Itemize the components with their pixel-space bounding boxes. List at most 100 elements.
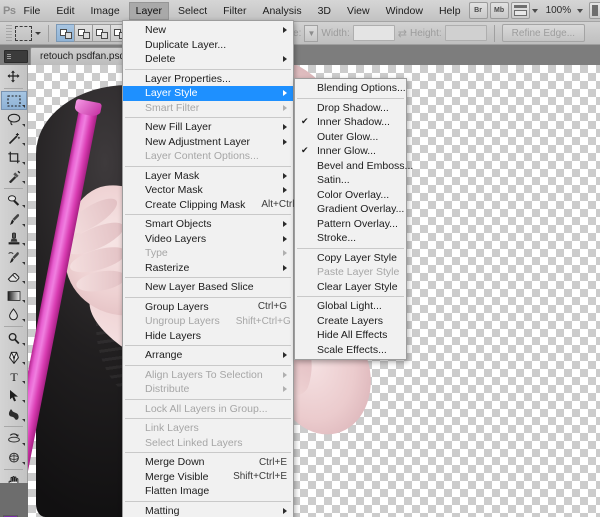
arrange-documents-icon[interactable] bbox=[589, 2, 600, 19]
menu-select[interactable]: Select bbox=[171, 2, 214, 20]
menu-item-new-adjustment-layer[interactable]: New Adjustment Layer bbox=[123, 135, 293, 150]
clone-stamp-tool[interactable] bbox=[1, 229, 27, 248]
height-label: Height: bbox=[409, 27, 442, 39]
magic-wand-tool[interactable] bbox=[1, 129, 27, 148]
menu-item-gradient-overlay[interactable]: Gradient Overlay... bbox=[295, 202, 406, 217]
submenu-arrow-icon bbox=[283, 187, 287, 194]
type-tool[interactable]: T bbox=[1, 367, 27, 386]
menu-item-flatten-image[interactable]: Flatten Image bbox=[123, 484, 293, 499]
eyedropper-tool[interactable] bbox=[1, 167, 27, 186]
pen-tool[interactable] bbox=[1, 348, 27, 367]
menu-help[interactable]: Help bbox=[432, 2, 468, 20]
menu-item-layer-properties[interactable]: Layer Properties... bbox=[123, 72, 293, 87]
path-selection-tool[interactable] bbox=[1, 386, 27, 405]
menu-item-delete[interactable]: Delete bbox=[123, 52, 293, 67]
tools-panel: T■↵ bbox=[0, 65, 28, 517]
tool-preset-chevron-down-icon[interactable] bbox=[35, 31, 41, 35]
mini-bridge-button[interactable]: Mb bbox=[489, 2, 509, 19]
menu-item-hide-all-effects[interactable]: Hide All Effects bbox=[295, 328, 406, 343]
menu-item-satin[interactable]: Satin... bbox=[295, 173, 406, 188]
height-input[interactable] bbox=[444, 25, 487, 41]
menu-item-rasterize[interactable]: Rasterize bbox=[123, 261, 293, 276]
menu-item-layer-style[interactable]: Layer Style bbox=[123, 86, 293, 101]
menu-item-label: Smart Filter bbox=[145, 101, 200, 114]
tab-grip-icon[interactable] bbox=[4, 50, 28, 63]
menu-image[interactable]: Image bbox=[83, 2, 126, 20]
menu-item-inner-glow[interactable]: Inner Glow... bbox=[295, 144, 406, 159]
menu-item-label: Blending Options... bbox=[317, 82, 406, 95]
menu-item-video-layers[interactable]: Video Layers bbox=[123, 232, 293, 247]
menu-item-label: Hide All Effects bbox=[317, 329, 388, 342]
zoom-level-chevron-down-icon[interactable] bbox=[577, 8, 584, 13]
new-selection-button[interactable] bbox=[56, 24, 75, 42]
bridge-button[interactable]: Br bbox=[468, 2, 488, 19]
refine-edge-button[interactable]: Refine Edge... bbox=[501, 24, 586, 42]
crop-tool[interactable] bbox=[1, 148, 27, 167]
menu-item-arrange[interactable]: Arrange bbox=[123, 348, 293, 363]
blur-tool[interactable] bbox=[1, 305, 27, 324]
menu-item-new-fill-layer[interactable]: New Fill Layer bbox=[123, 120, 293, 135]
menu-analysis[interactable]: Analysis bbox=[255, 2, 308, 20]
lasso-tool[interactable] bbox=[1, 110, 27, 129]
3d-orbit-tool[interactable] bbox=[1, 448, 27, 467]
menu-layer[interactable]: Layer bbox=[128, 1, 169, 20]
3d-rotate-tool[interactable] bbox=[1, 429, 27, 448]
history-brush-tool[interactable] bbox=[1, 248, 27, 267]
menu-item-duplicate-layer[interactable]: Duplicate Layer... bbox=[123, 38, 293, 53]
menu-3d[interactable]: 3D bbox=[311, 2, 338, 20]
rectangular-marquee-tool[interactable] bbox=[0, 91, 27, 110]
menu-item-new-layer-based-slice[interactable]: New Layer Based Slice bbox=[123, 280, 293, 295]
subtract-from-selection-button[interactable] bbox=[92, 24, 111, 42]
width-input[interactable] bbox=[352, 25, 395, 41]
menu-filter[interactable]: Filter bbox=[216, 2, 253, 20]
menu-item-matting[interactable]: Matting bbox=[123, 504, 293, 517]
rectangular-marquee-icon[interactable] bbox=[15, 25, 32, 41]
menu-item-stroke[interactable]: Stroke... bbox=[295, 231, 406, 246]
menu-item-create-layers[interactable]: Create Layers bbox=[295, 314, 406, 329]
gradient-tool[interactable] bbox=[1, 286, 27, 305]
style-select[interactable]: ▼ bbox=[304, 24, 319, 42]
menu-window[interactable]: Window bbox=[379, 2, 430, 20]
menu-item-vector-mask[interactable]: Vector Mask bbox=[123, 183, 293, 198]
healing-brush-tool[interactable] bbox=[1, 191, 27, 210]
menu-item-clear-layer-style[interactable]: Clear Layer Style bbox=[295, 280, 406, 295]
menu-item-label: Outer Glow... bbox=[317, 130, 379, 143]
menu-item-global-light[interactable]: Global Light... bbox=[295, 299, 406, 314]
menu-item-layer-mask[interactable]: Layer Mask bbox=[123, 169, 293, 184]
menu-file[interactable]: File bbox=[16, 2, 47, 20]
layer-menu[interactable]: New Duplicate Layer... Delete Layer Propert… bbox=[122, 20, 308, 517]
eraser-tool[interactable] bbox=[1, 267, 27, 286]
menu-item-outer-glow[interactable]: Outer Glow... bbox=[295, 130, 406, 145]
menu-item-label: Pattern Overlay... bbox=[317, 217, 398, 230]
menu-item-label: Link Layers bbox=[145, 422, 199, 435]
menu-edit[interactable]: Edit bbox=[49, 2, 81, 20]
options-bar-grip[interactable] bbox=[6, 24, 12, 42]
move-tool[interactable] bbox=[1, 67, 27, 86]
brush-tool[interactable] bbox=[1, 210, 27, 229]
menu-item-create-clipping-mask[interactable]: Create Clipping Mask Alt+Ctrl+G bbox=[123, 198, 308, 213]
menu-view[interactable]: View bbox=[340, 2, 377, 20]
menu-item-blending-options[interactable]: Blending Options... bbox=[295, 81, 406, 96]
menu-item-drop-shadow[interactable]: Drop Shadow... bbox=[295, 101, 406, 116]
menu-item-pattern-overlay[interactable]: Pattern Overlay... bbox=[295, 217, 406, 232]
layer-style-submenu[interactable]: Blending Options... Drop Shadow... Inner S… bbox=[294, 78, 413, 360]
menu-separator bbox=[125, 500, 291, 502]
add-to-selection-button[interactable] bbox=[74, 24, 93, 42]
menu-item-merge-down[interactable]: Merge Down Ctrl+E bbox=[123, 455, 293, 470]
dodge-tool[interactable] bbox=[1, 329, 27, 348]
menu-item-group-layers[interactable]: Group Layers Ctrl+G bbox=[123, 300, 293, 315]
menu-item-color-overlay[interactable]: Color Overlay... bbox=[295, 188, 406, 203]
menu-item-merge-visible[interactable]: Merge Visible Shift+Ctrl+E bbox=[123, 470, 293, 485]
view-extras-icon[interactable] bbox=[510, 2, 530, 19]
menu-item-copy-layer-style[interactable]: Copy Layer Style bbox=[295, 251, 406, 266]
shape-tool[interactable] bbox=[1, 405, 27, 424]
menu-item-hide-layers[interactable]: Hide Layers bbox=[123, 329, 293, 344]
menu-item-smart-objects[interactable]: Smart Objects bbox=[123, 217, 293, 232]
selection-mode-group bbox=[56, 24, 129, 42]
menu-item-inner-shadow[interactable]: Inner Shadow... bbox=[295, 115, 406, 130]
view-extras-chevron-down-icon[interactable] bbox=[531, 8, 538, 13]
menu-item-scale-effects[interactable]: Scale Effects... bbox=[295, 343, 406, 358]
menu-item-bevel-and-emboss[interactable]: Bevel and Emboss... bbox=[295, 159, 413, 174]
menu-item-new[interactable]: New bbox=[123, 23, 293, 38]
swap-dimensions-icon[interactable]: ⇄ bbox=[398, 27, 407, 40]
